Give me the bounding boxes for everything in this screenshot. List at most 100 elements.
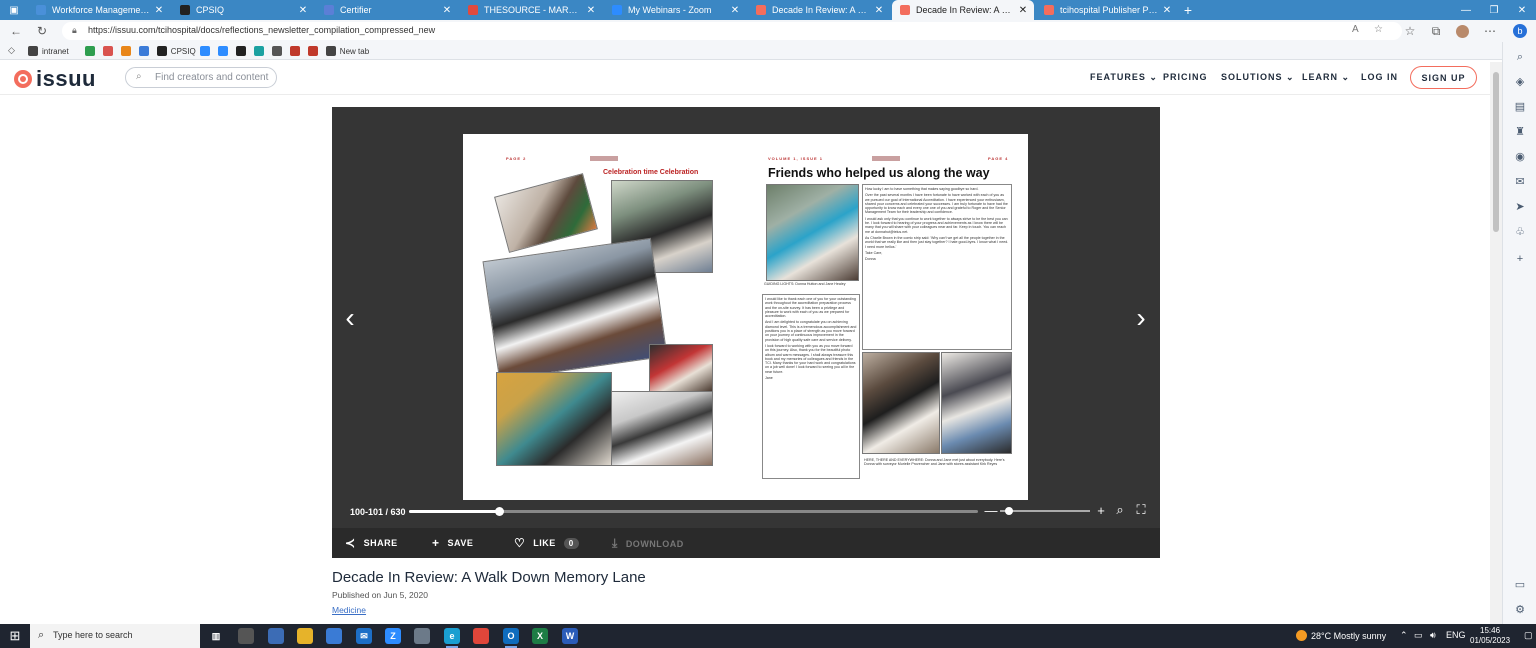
bookmark-item[interactable]: New tab xyxy=(325,45,369,57)
signup-button[interactable]: SIGN UP xyxy=(1410,66,1477,89)
menu-learn[interactable]: LEARN ⌄ xyxy=(1302,72,1350,83)
taskbar-search-input[interactable]: ⌕ Type here to search xyxy=(30,624,200,648)
bookmark-item[interactable]: CPSIQ xyxy=(156,45,196,57)
zoom-slider[interactable] xyxy=(1000,507,1090,515)
bookmark-item[interactable] xyxy=(102,45,117,57)
tag-icon[interactable]: ◈ xyxy=(1513,75,1527,89)
tab-close-icon[interactable]: ✕ xyxy=(1016,5,1030,16)
minimize-icon[interactable]: — xyxy=(1452,0,1480,20)
toolbox-icon[interactable]: ▤ xyxy=(1513,100,1527,114)
download-button[interactable]: ⤓ DOWNLOAD xyxy=(612,536,684,551)
new-tab-button[interactable]: + xyxy=(1174,0,1202,20)
tab-close-icon[interactable]: ✕ xyxy=(296,5,310,16)
calculator-icon[interactable] xyxy=(414,628,430,644)
bookmark-item[interactable] xyxy=(84,45,99,57)
outlook-app-icon[interactable]: O xyxy=(503,628,519,648)
zoom-in-icon[interactable]: + xyxy=(1094,503,1108,518)
tab-close-icon[interactable]: ✕ xyxy=(1160,5,1174,16)
tray-chevron-icon[interactable]: ⌃ xyxy=(1400,630,1408,641)
refresh-icon[interactable]: ↻ xyxy=(34,23,50,39)
weather-widget[interactable]: 28°C Mostly sunny xyxy=(1296,630,1386,641)
search-input[interactable]: ⌕ Find creators and content xyxy=(125,67,277,88)
bookmark-item[interactable] xyxy=(138,45,153,57)
bing-chat-icon[interactable]: b xyxy=(1512,23,1528,39)
zoom-handle[interactable] xyxy=(1005,507,1013,515)
bookmark-item[interactable] xyxy=(199,45,214,57)
bookmark-item[interactable] xyxy=(289,45,304,57)
tab-close-icon[interactable]: ✕ xyxy=(440,5,454,16)
store-icon[interactable] xyxy=(326,628,342,644)
volume-icon[interactable]: 🔊︎ xyxy=(1430,630,1436,641)
games-icon[interactable]: ♜ xyxy=(1513,125,1527,139)
page-scrollbar[interactable] xyxy=(1490,62,1502,624)
fullscreen-icon[interactable]: ⛶ xyxy=(1134,502,1148,517)
window-menu-icon[interactable]: ▣ xyxy=(0,0,28,20)
bookmark-item[interactable] xyxy=(271,45,286,57)
address-bar[interactable]: 🔒︎ https://issuu.com/tcihospital/docs/re… xyxy=(62,22,1402,40)
browser-tab[interactable]: CPSIQ ✕ xyxy=(172,0,314,20)
tab-close-icon[interactable]: ✕ xyxy=(152,5,166,16)
issuu-logo[interactable]: issuu xyxy=(14,66,96,92)
page-progress-handle[interactable] xyxy=(495,507,505,516)
magnifier-icon[interactable]: ⌕ xyxy=(1113,502,1127,517)
read-aloud-icon[interactable]: A xyxy=(1352,24,1359,35)
windows-start-icon[interactable]: ⊞ xyxy=(0,624,30,648)
bookmark-item[interactable] xyxy=(235,45,250,57)
profile-avatar-icon[interactable] xyxy=(1454,23,1470,39)
back-icon[interactable]: ← xyxy=(8,23,24,39)
settings-more-icon[interactable]: ⋯ xyxy=(1482,23,1498,39)
favorites-icon[interactable]: ☆ xyxy=(1402,23,1418,39)
app-icon[interactable] xyxy=(268,628,284,644)
page-progress-slider[interactable] xyxy=(409,507,978,516)
collections-icon[interactable]: ⧉ xyxy=(1428,23,1444,39)
task-view-icon[interactable]: ▥ xyxy=(208,628,224,644)
browser-tab[interactable]: Decade In Review: A Walk Down✕ xyxy=(892,0,1034,20)
system-clock[interactable]: 15:46 01/05/2023 xyxy=(1470,626,1510,646)
edge-browser-icon[interactable]: e xyxy=(444,628,460,648)
outlook-icon[interactable]: ✉ xyxy=(1513,175,1527,189)
add-favorite-icon[interactable]: ☆ xyxy=(1374,24,1383,35)
next-page-arrow-icon[interactable]: › xyxy=(1129,302,1153,333)
bookmark-item[interactable] xyxy=(253,45,268,57)
browser-tab[interactable]: THESOURCE - MARCH 2023 (3) |✕ xyxy=(460,0,602,20)
office-icon[interactable]: ◉ xyxy=(1513,150,1527,164)
like-button[interactable]: ♡ LIKE 0 xyxy=(514,536,579,550)
login-link[interactable]: LOG IN xyxy=(1361,72,1398,82)
menu-pricing[interactable]: PRICING xyxy=(1163,72,1208,82)
browser-tab[interactable]: Workforce Management Softwa✕ xyxy=(28,0,170,20)
bookmark-toggle-icon[interactable]: ◇ xyxy=(8,45,15,56)
save-button[interactable]: + SAVE xyxy=(432,536,473,550)
sidebar-settings-icon[interactable]: ⚙ xyxy=(1513,603,1527,617)
tab-close-icon[interactable]: ✕ xyxy=(728,5,742,16)
menu-features[interactable]: FEATURES ⌄ xyxy=(1090,72,1158,83)
mail-icon[interactable]: ✉ xyxy=(356,628,372,644)
tree-icon[interactable]: ♧ xyxy=(1513,225,1527,239)
search-sidebar-icon[interactable]: ⌕ xyxy=(1513,50,1527,64)
browser-tab[interactable]: tcihospital Publisher Publicatio✕ xyxy=(1036,0,1178,20)
bookmark-item[interactable]: intranet xyxy=(28,45,69,57)
zoom-out-icon[interactable]: — xyxy=(984,503,998,518)
excel-icon[interactable]: X xyxy=(532,628,548,644)
close-window-icon[interactable]: ✕ xyxy=(1508,0,1536,20)
chrome-icon[interactable] xyxy=(473,628,489,644)
network-icon[interactable]: ▭ xyxy=(1414,630,1423,641)
bookmark-item[interactable] xyxy=(120,45,135,57)
menu-solutions[interactable]: SOLUTIONS ⌄ xyxy=(1221,72,1295,83)
sidebar-panel-icon[interactable]: ▭ xyxy=(1513,578,1527,592)
share-button[interactable]: ≺ SHARE xyxy=(345,536,398,550)
lock-icon[interactable]: 🔒︎ xyxy=(72,25,77,36)
tab-close-icon[interactable]: ✕ xyxy=(584,5,598,16)
app-icon[interactable] xyxy=(238,628,254,644)
maximize-icon[interactable]: ❐ xyxy=(1480,0,1508,20)
url-text[interactable]: https://issuu.com/tcihospital/docs/refle… xyxy=(88,25,435,35)
bookmark-item[interactable] xyxy=(307,45,322,57)
browser-tab[interactable]: Decade In Review: A Walk Down✕ xyxy=(748,0,890,20)
file-explorer-icon[interactable] xyxy=(297,628,313,644)
scrollbar-thumb[interactable] xyxy=(1493,72,1499,232)
category-link[interactable]: Medicine xyxy=(332,605,366,615)
language-indicator[interactable]: ENG xyxy=(1446,630,1466,640)
word-icon[interactable]: W xyxy=(562,628,578,644)
send-icon[interactable]: ➤ xyxy=(1513,200,1527,214)
browser-tab[interactable]: My Webinars - Zoom ✕ xyxy=(604,0,746,20)
add-sidebar-icon[interactable]: + xyxy=(1513,252,1527,266)
